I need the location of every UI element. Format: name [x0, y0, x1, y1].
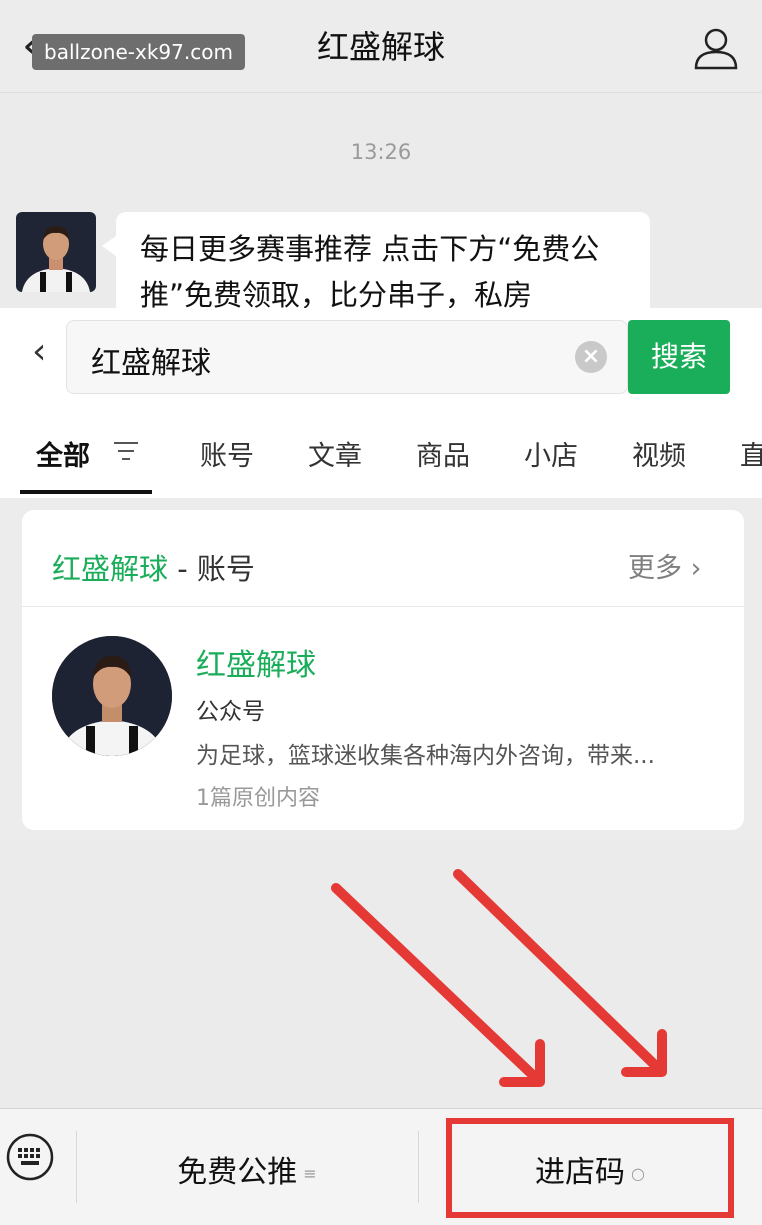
message-text: 每日更多赛事推荐 点击下方“免费公推”免费领取，比分串子，私房 — [140, 232, 600, 312]
section-header: 红盛解球 - 账号 — [52, 546, 255, 588]
account-name: 红盛解球 — [196, 648, 316, 683]
highlight-box — [446, 1118, 734, 1218]
more-link[interactable]: 更多 › — [628, 546, 701, 585]
tab-video[interactable]: 视频 — [632, 434, 686, 473]
profile-icon[interactable] — [692, 24, 740, 72]
account-description: 为足球，篮球迷收集各种海内外咨询，带来... — [196, 743, 655, 769]
tab-product[interactable]: 商品 — [416, 434, 470, 473]
search-button[interactable]: 搜索 — [628, 320, 730, 394]
account-article-count: 1篇原创内容 — [196, 786, 320, 811]
section-suffix: - 账号 — [168, 552, 255, 586]
tab-indicator — [20, 490, 152, 494]
message-timestamp: 13:26 — [350, 140, 412, 164]
search-query: 红盛解球 — [91, 346, 211, 381]
tab-article[interactable]: 文章 — [308, 434, 362, 473]
clear-icon[interactable]: × — [575, 341, 607, 373]
card-divider — [22, 606, 744, 607]
filter-icon[interactable] — [112, 440, 140, 462]
more-label: 更多 — [628, 553, 682, 584]
search-panel: ‹ 红盛解球 × 搜索 全部 账号 文章 商品 小店 视频 直 — [0, 308, 762, 498]
menu-free-tips-label: 免费公推 — [177, 1155, 298, 1190]
sender-avatar[interactable] — [16, 212, 96, 292]
account-result-card[interactable]: 红盛解球 - 账号 更多 › 红盛解球 公众号 为足球，篮球迷收集各种海内外咨询… — [22, 510, 744, 830]
tab-live[interactable]: 直 — [740, 434, 762, 473]
tab-shop[interactable]: 小店 — [524, 434, 578, 473]
section-keyword: 红盛解球 — [52, 552, 169, 586]
search-input[interactable]: 红盛解球 × — [66, 320, 628, 394]
submenu-icon: ≡ — [303, 1164, 317, 1183]
account-type: 公众号 — [196, 699, 265, 725]
keyboard-icon[interactable] — [6, 1133, 54, 1181]
tab-all[interactable]: 全部 — [36, 434, 90, 473]
chat-title: 红盛解球 — [316, 28, 445, 66]
chevron-right-icon: › — [690, 553, 702, 584]
menu-free-tips[interactable]: 免费公推 ≡ — [76, 1147, 418, 1191]
account-avatar[interactable] — [52, 636, 172, 756]
tab-account[interactable]: 账号 — [200, 434, 254, 473]
search-back-icon[interactable]: ‹ — [32, 334, 46, 370]
